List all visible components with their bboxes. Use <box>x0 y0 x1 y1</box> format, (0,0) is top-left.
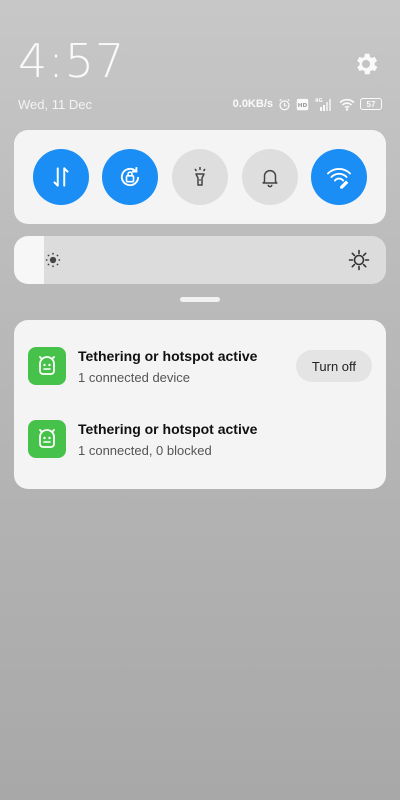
notification-title: Tethering or hotspot active <box>78 420 258 437</box>
brightness-low-icon <box>45 252 61 268</box>
quick-toggles-panel <box>14 130 386 224</box>
date-label: Wed, 11 Dec <box>18 97 92 112</box>
status-icons: 0.0KB/s HD 4G 57 <box>233 95 382 113</box>
turn-off-button[interactable]: Turn off <box>295 350 372 382</box>
brightness-fill <box>14 236 44 284</box>
battery-level: 57 <box>366 99 376 109</box>
toggle-silent[interactable] <box>241 149 298 205</box>
toggle-mobile-data[interactable] <box>32 149 89 205</box>
drag-handle[interactable] <box>180 297 220 302</box>
toggle-auto-rotate[interactable] <box>102 149 159 205</box>
tether-robot-icon <box>28 347 66 385</box>
toggle-hotspot[interactable] <box>311 149 368 205</box>
settings-gear-icon[interactable] <box>352 50 380 78</box>
brightness-slider[interactable] <box>14 236 386 284</box>
network-speed: 0.0KB/s <box>232 98 273 110</box>
battery-icon: 57 <box>360 98 382 110</box>
wifi-hotspot-icon <box>327 168 352 189</box>
rotate-lock-icon <box>121 167 140 187</box>
clock[interactable]: 4:57 <box>18 34 125 88</box>
notification-subtitle: 1 connected, 0 blocked <box>78 442 212 458</box>
notification-card: Tethering or hotspot active 1 connected … <box>14 320 386 489</box>
data-arrows-icon <box>53 167 69 187</box>
alarm-icon <box>278 98 291 111</box>
wifi-icon <box>339 98 355 111</box>
brightness-high-icon <box>348 249 370 271</box>
notification-item[interactable]: Tethering or hotspot active 1 connected … <box>28 342 372 390</box>
network-type: 4G <box>315 98 323 104</box>
bell-icon <box>261 169 278 188</box>
flashlight-icon <box>194 167 206 186</box>
toggle-flashlight[interactable] <box>171 149 228 205</box>
notification-title: Tethering or hotspot active <box>78 347 258 364</box>
notification-subtitle: 1 connected device <box>78 369 191 385</box>
notification-item[interactable]: Tethering or hotspot active 1 connected,… <box>28 415 372 463</box>
tether-robot-icon <box>28 420 66 458</box>
svg-text:HD: HD <box>298 102 308 108</box>
signal-icon: 4G <box>314 97 334 111</box>
volte-icon: HD <box>296 98 309 111</box>
